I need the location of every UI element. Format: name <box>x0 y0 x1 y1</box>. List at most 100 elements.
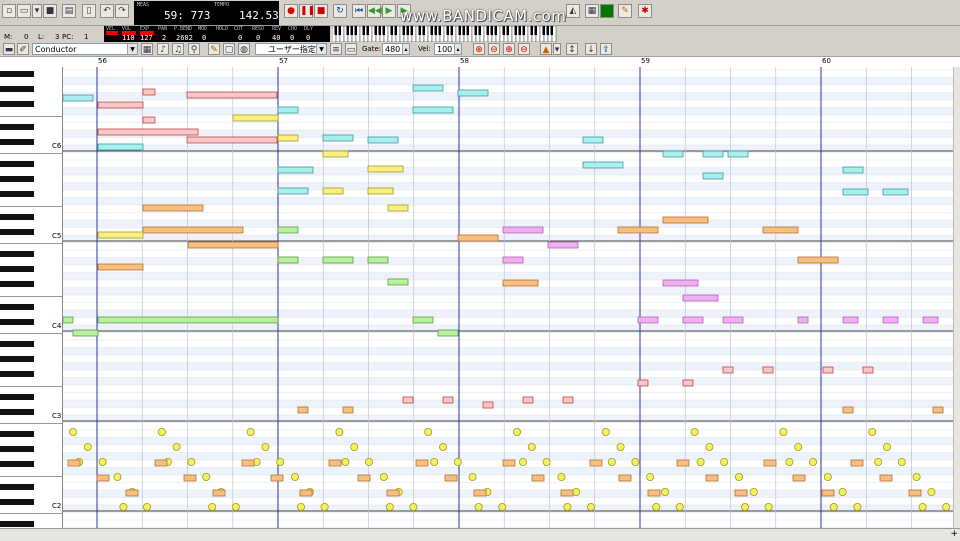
document-icon[interactable]: ▯ <box>82 4 96 18</box>
drum-hit[interactable] <box>409 502 418 511</box>
midi-note[interactable] <box>502 226 544 234</box>
drum-hit[interactable] <box>853 502 862 511</box>
midi-note[interactable] <box>67 459 81 467</box>
drum-hit[interactable] <box>607 457 616 466</box>
black-key[interactable] <box>0 371 34 377</box>
midi-note[interactable] <box>270 474 284 482</box>
midi-note[interactable] <box>328 459 342 467</box>
undo-icon[interactable]: ↶ <box>100 4 114 18</box>
drum-hit[interactable] <box>364 457 373 466</box>
midi-note[interactable] <box>97 316 279 324</box>
midi-note[interactable] <box>722 366 734 374</box>
drum-hit[interactable] <box>696 457 705 466</box>
drum-hit[interactable] <box>143 502 152 511</box>
black-key[interactable] <box>0 161 34 167</box>
drum-hit[interactable] <box>918 502 927 511</box>
midi-note[interactable] <box>277 134 299 142</box>
black-key[interactable] <box>0 266 34 272</box>
midi-note[interactable] <box>212 489 226 497</box>
midi-note[interactable] <box>842 166 864 174</box>
midi-note[interactable] <box>705 474 719 482</box>
midi-note[interactable] <box>367 187 394 195</box>
midi-note[interactable] <box>562 396 574 404</box>
zoom-out-icon[interactable]: ⊖ <box>488 43 500 55</box>
drum-hit[interactable] <box>187 457 196 466</box>
drum-hit[interactable] <box>341 457 350 466</box>
midi-note[interactable] <box>531 474 545 482</box>
redo-icon[interactable]: ↷ <box>115 4 129 18</box>
drum-hit[interactable] <box>652 502 661 511</box>
midi-note[interactable] <box>473 489 487 497</box>
midi-note[interactable] <box>862 366 874 374</box>
midi-note[interactable] <box>842 316 859 324</box>
midi-note[interactable] <box>822 366 834 374</box>
black-key[interactable] <box>0 498 34 505</box>
midi-note[interactable] <box>522 396 534 404</box>
midi-note[interactable] <box>676 459 690 467</box>
new-file-icon[interactable]: ▫ <box>2 4 16 18</box>
midi-note[interactable] <box>186 91 278 99</box>
midi-note[interactable] <box>797 316 809 324</box>
black-key[interactable] <box>0 318 34 325</box>
midi-note[interactable] <box>682 294 719 302</box>
pencil-icon[interactable]: ✎ <box>208 43 220 55</box>
drum-hit[interactable] <box>202 472 211 481</box>
drum-hit[interactable] <box>631 457 640 466</box>
zoom-vertical-in-icon[interactable]: ⊕ <box>503 43 515 55</box>
black-key[interactable] <box>0 176 34 182</box>
drum-hit[interactable] <box>172 442 181 451</box>
drum-hit[interactable] <box>563 502 572 511</box>
midi-note[interactable] <box>232 114 279 122</box>
midi-note[interactable] <box>402 396 414 404</box>
vertical-scrollbar[interactable] <box>953 67 960 528</box>
midi-note[interactable] <box>186 136 278 144</box>
black-key[interactable] <box>0 281 34 287</box>
zoom-in-icon[interactable]: ⊕ <box>473 43 485 55</box>
midi-note[interactable] <box>277 226 299 234</box>
drum-hit[interactable] <box>587 502 596 511</box>
quantize-combo[interactable]: ユーザー指定... ▼ <box>255 43 327 55</box>
midi-note[interactable] <box>187 241 279 249</box>
drum-hit[interactable] <box>246 427 255 436</box>
drum-hit[interactable] <box>942 502 951 511</box>
black-key[interactable] <box>0 303 34 310</box>
midi-note[interactable] <box>63 316 74 324</box>
drum-hit[interactable] <box>741 502 750 511</box>
rewind-icon[interactable]: ◀◀ <box>367 4 382 18</box>
midi-note[interactable] <box>457 89 489 97</box>
black-key[interactable] <box>0 408 34 415</box>
pencil-select-icon[interactable]: ✐ <box>17 43 29 55</box>
midi-note[interactable] <box>762 366 774 374</box>
black-key[interactable] <box>0 356 34 362</box>
midi-note[interactable] <box>367 136 399 144</box>
settings-icon[interactable]: ✱ <box>638 4 652 18</box>
drum-hit[interactable] <box>276 457 285 466</box>
drum-hit[interactable] <box>912 472 921 481</box>
metronome-icon[interactable]: ◭ <box>566 4 580 18</box>
midi-note[interactable] <box>277 106 299 114</box>
open-folder-icon[interactable]: ▭ <box>17 4 31 18</box>
black-key[interactable] <box>0 461 34 467</box>
drum-hit[interactable] <box>690 427 699 436</box>
midi-note[interactable] <box>882 188 909 196</box>
drum-hit[interactable] <box>527 442 536 451</box>
drum-hit[interactable] <box>335 427 344 436</box>
record-pause-icon[interactable]: ❚❚ <box>299 4 315 18</box>
midi-note[interactable] <box>97 263 144 271</box>
midi-note[interactable] <box>96 474 110 482</box>
drum-hit[interactable] <box>296 502 305 511</box>
import-icon[interactable]: ↓ <box>585 43 597 55</box>
midi-note[interactable] <box>922 316 939 324</box>
midi-note[interactable] <box>97 143 144 151</box>
midi-note[interactable] <box>387 278 409 286</box>
select-rect-icon[interactable]: ▢ <box>223 43 235 55</box>
drum-hit[interactable] <box>646 472 655 481</box>
drum-hit[interactable] <box>794 442 803 451</box>
midi-note[interactable] <box>879 474 893 482</box>
drum-hit[interactable] <box>572 487 581 496</box>
black-key[interactable] <box>0 86 34 92</box>
midi-note[interactable] <box>502 279 539 287</box>
drum-hit[interactable] <box>838 487 847 496</box>
midi-note[interactable] <box>442 396 454 404</box>
mixer-window-icon[interactable]: ▦ <box>585 4 599 18</box>
